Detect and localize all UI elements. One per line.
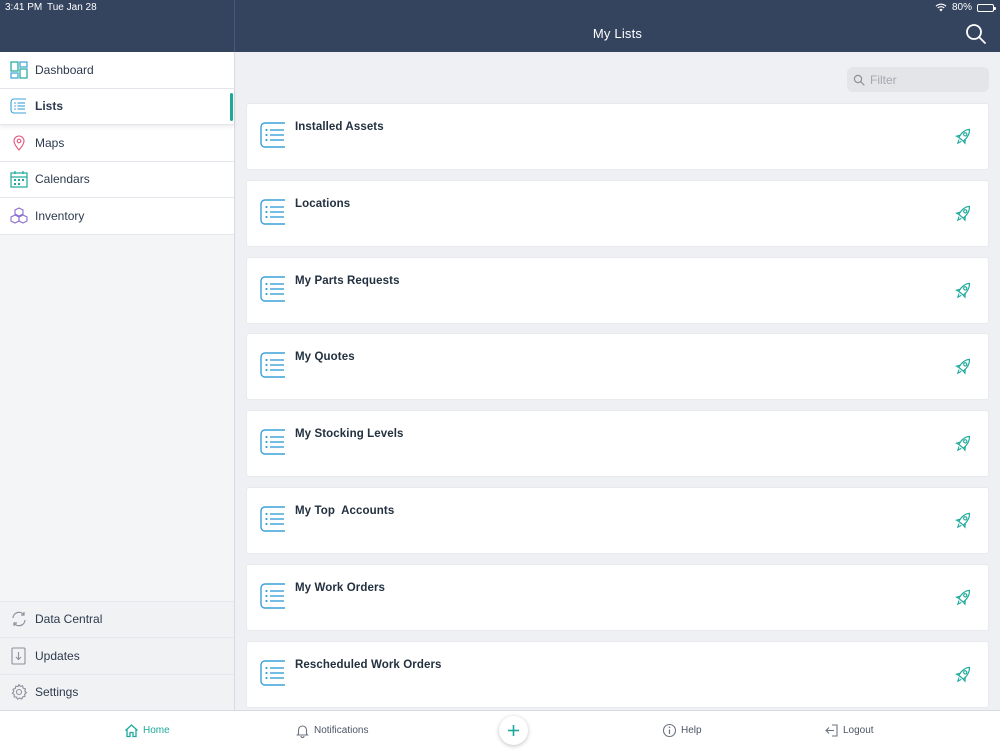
list-card[interactable]: My Parts Requests xyxy=(247,257,988,323)
sidebar-bottom-nav: Data Central Updates Settings xyxy=(0,600,234,710)
tab-help[interactable]: Help xyxy=(662,723,702,738)
map-pin-icon xyxy=(10,134,28,152)
sync-icon xyxy=(10,610,28,628)
tab-notifications[interactable]: Notifications xyxy=(295,723,368,738)
status-date: Tue Jan 28 xyxy=(47,2,97,13)
sidebar-item-updates[interactable]: Updates xyxy=(0,637,234,674)
add-button[interactable] xyxy=(499,716,528,745)
sidebar-item-label: Settings xyxy=(35,685,79,700)
sidebar-item-label: Dashboard xyxy=(35,62,94,77)
tab-home[interactable]: Home xyxy=(124,723,170,738)
list-card-title: Installed Assets xyxy=(295,121,384,133)
list-cards: Installed Assets Locations My Parts Reques… xyxy=(247,104,988,710)
sidebar-item-label: Calendars xyxy=(35,172,90,187)
list-card[interactable]: My Top Accounts xyxy=(247,487,988,553)
logout-icon xyxy=(824,723,839,738)
list-icon xyxy=(259,582,287,610)
plus-icon xyxy=(508,725,519,736)
info-icon xyxy=(662,723,677,738)
rocket-icon[interactable] xyxy=(951,509,975,533)
boxes-icon xyxy=(10,207,28,225)
sidebar-item-label: Updates xyxy=(35,648,80,663)
list-card[interactable]: My Quotes xyxy=(247,334,988,400)
list-icon xyxy=(259,351,287,379)
wifi-icon xyxy=(935,3,947,12)
sidebar-item-calendars[interactable]: Calendars xyxy=(0,161,234,198)
list-card-title: Rescheduled Work Orders xyxy=(295,658,442,671)
dashboard-icon xyxy=(10,61,28,79)
status-time: 3:41 PM xyxy=(5,2,43,13)
list-card-title: My Stocking Levels xyxy=(295,428,404,441)
sidebar-item-inventory[interactable]: Inventory xyxy=(0,198,234,235)
list-card-title: My Quotes xyxy=(295,351,355,364)
list-card[interactable]: My Stocking Levels xyxy=(247,411,988,477)
sidebar-item-lists[interactable]: Lists xyxy=(0,88,234,125)
tab-bar: Home Notifications Help Logout xyxy=(0,710,1000,750)
home-icon xyxy=(124,723,139,738)
main-content: Installed Assets Locations My Parts Reques… xyxy=(235,52,1000,710)
list-card-title: My Work Orders xyxy=(295,581,386,594)
list-icon xyxy=(259,659,287,687)
list-card-title: My Top Accounts xyxy=(295,504,395,517)
tab-label: Notifications xyxy=(314,725,369,736)
sidebar-item-label: Inventory xyxy=(35,208,85,223)
sidebar-item-settings[interactable]: Settings xyxy=(0,673,234,710)
tab-label: Home xyxy=(143,725,170,736)
list-card[interactable]: Rescheduled Work Orders xyxy=(247,641,988,707)
download-icon xyxy=(10,647,28,665)
list-card-title: My Parts Requests xyxy=(295,274,400,287)
status-right: 80% xyxy=(935,2,996,13)
sidebar: Dashboard Lists Maps Calendars Inventory xyxy=(0,52,235,710)
list-card-title: Locations xyxy=(295,197,351,210)
rocket-icon[interactable] xyxy=(951,279,975,303)
tab-logout[interactable]: Logout xyxy=(824,723,874,738)
sidebar-item-label: Lists xyxy=(35,99,64,114)
filter-box[interactable] xyxy=(847,67,989,92)
page-title: My Lists xyxy=(592,26,643,41)
search-icon xyxy=(853,74,865,86)
list-icon xyxy=(259,505,287,533)
battery-percent: 80% xyxy=(951,2,972,13)
sidebar-item-dashboard[interactable]: Dashboard xyxy=(0,52,234,89)
battery-icon xyxy=(977,3,996,12)
top-bar: 3:41 PM Tue Jan 28 80% My Lists xyxy=(0,0,1000,52)
rocket-icon[interactable] xyxy=(951,663,975,687)
rocket-icon[interactable] xyxy=(951,586,975,610)
sidebar-item-data-central[interactable]: Data Central xyxy=(0,600,234,637)
rocket-icon[interactable] xyxy=(951,355,975,379)
list-card[interactable]: Installed Assets xyxy=(247,104,988,169)
filter-input[interactable] xyxy=(870,72,980,87)
list-icon xyxy=(259,198,287,226)
list-card[interactable]: Locations xyxy=(247,180,988,246)
sidebar-item-label: Maps xyxy=(35,135,65,150)
list-icon xyxy=(259,275,287,303)
search-icon[interactable] xyxy=(964,22,988,46)
sidebar-nav: Dashboard Lists Maps Calendars Inventory xyxy=(0,52,234,235)
rocket-icon[interactable] xyxy=(951,125,975,149)
tab-label: Help xyxy=(681,725,702,736)
list-icon xyxy=(259,121,287,149)
calendar-icon xyxy=(10,170,28,188)
bell-icon xyxy=(295,723,310,738)
rocket-icon[interactable] xyxy=(951,202,975,226)
gear-icon xyxy=(10,683,28,701)
sidebar-item-label: Data Central xyxy=(35,612,103,627)
list-icon xyxy=(259,428,287,456)
rocket-icon[interactable] xyxy=(951,432,975,456)
tab-label: Logout xyxy=(843,725,874,736)
status-bar: 3:41 PM Tue Jan 28 80% xyxy=(0,0,1000,16)
sidebar-item-maps[interactable]: Maps xyxy=(0,125,234,162)
list-card[interactable]: My Work Orders xyxy=(247,564,988,630)
list-icon xyxy=(10,97,28,115)
